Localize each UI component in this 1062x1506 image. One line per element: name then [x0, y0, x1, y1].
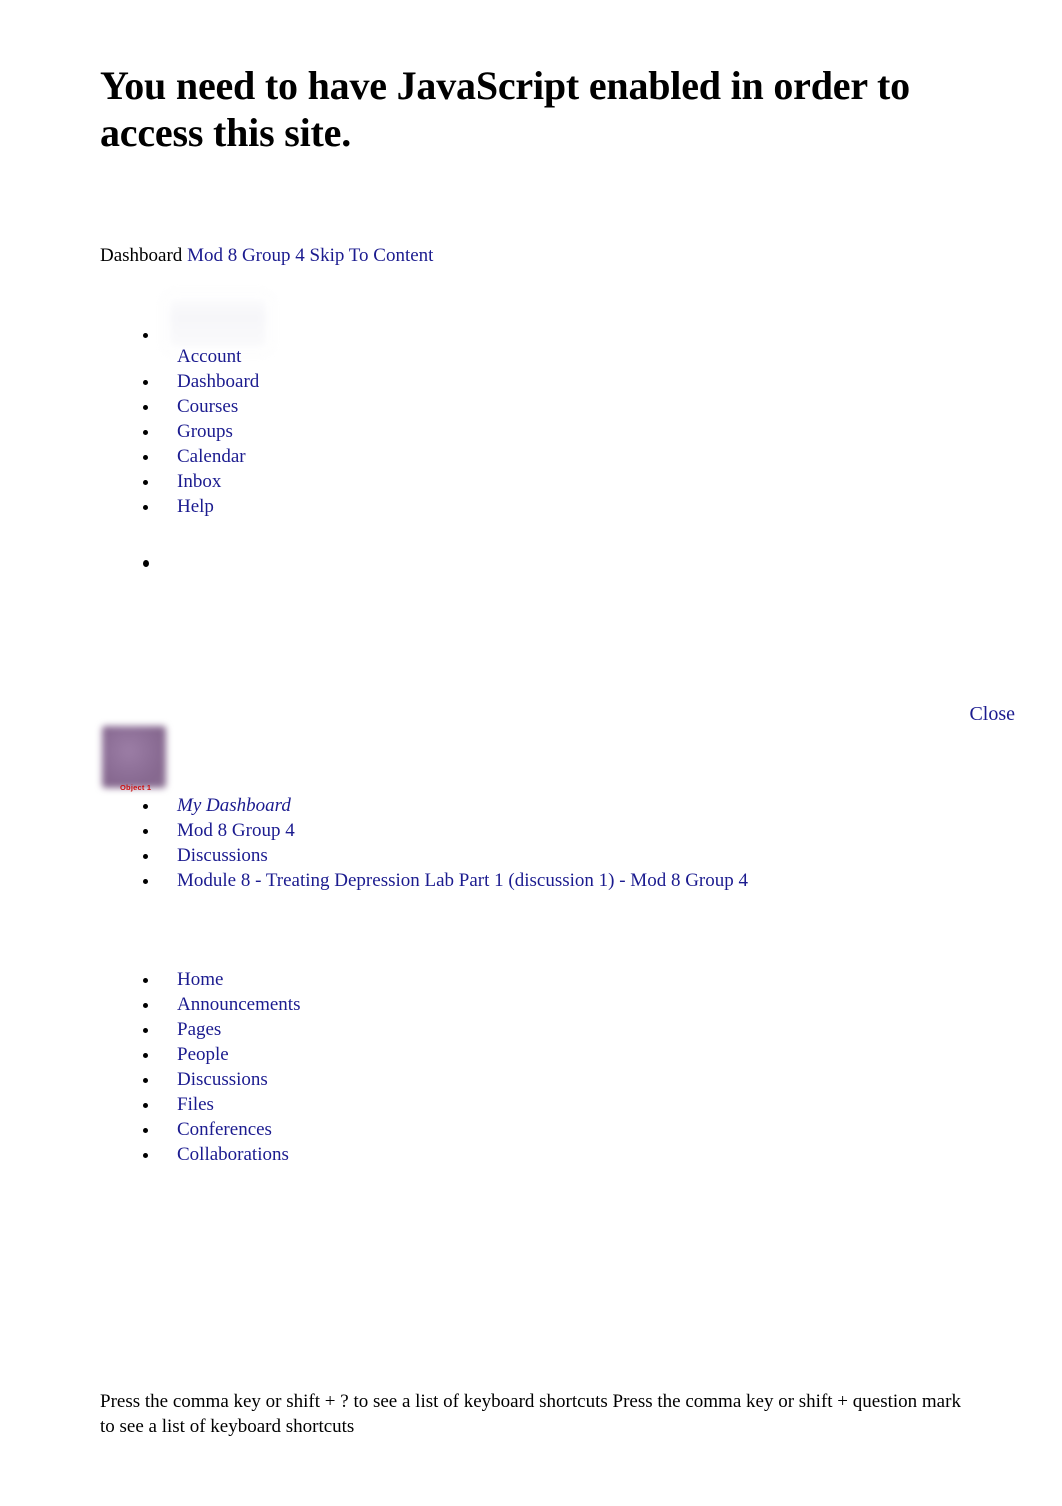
global-navigation-list: Account Dashboard Courses Groups Calenda…: [135, 322, 259, 519]
course-nav-item-pages[interactable]: Pages: [135, 1017, 300, 1042]
global-nav-account-link[interactable]: Account: [177, 346, 241, 367]
course-nav-announcements-link[interactable]: Announcements: [177, 994, 300, 1015]
global-nav-dashboard-link[interactable]: Dashboard: [177, 371, 259, 392]
course-nav-people-link[interactable]: People: [177, 1044, 229, 1065]
empty-list-item: [135, 551, 177, 576]
object-image-caption: Object 1: [120, 783, 152, 792]
course-nav-item-files[interactable]: Files: [135, 1092, 300, 1117]
course-card-object-image: [102, 726, 166, 788]
breadcrumb-item-discussions[interactable]: Discussions: [135, 843, 748, 868]
javascript-required-heading: You need to have JavaScript enabled in o…: [100, 63, 910, 155]
breadcrumb-dashboard-text: Dashboard: [100, 245, 183, 266]
global-nav-item-calendar[interactable]: Calendar: [135, 444, 259, 469]
global-nav-item-account[interactable]: Account: [135, 322, 259, 369]
global-nav-calendar-link[interactable]: Calendar: [177, 446, 246, 467]
course-nav-item-collaborations[interactable]: Collaborations: [135, 1142, 300, 1167]
discussions-link[interactable]: Discussions: [177, 845, 268, 866]
course-link[interactable]: Mod 8 Group 4: [177, 820, 295, 841]
course-nav-home-link[interactable]: Home: [177, 969, 223, 990]
course-nav-files-link[interactable]: Files: [177, 1094, 214, 1115]
global-nav-item-inbox[interactable]: Inbox: [135, 469, 259, 494]
course-nav-item-conferences[interactable]: Conferences: [135, 1117, 300, 1142]
breadcrumb-item-discussion-topic[interactable]: Module 8 - Treating Depression Lab Part …: [135, 868, 748, 893]
global-nav-item-courses[interactable]: Courses: [135, 394, 259, 419]
global-nav-item-groups[interactable]: Groups: [135, 419, 259, 444]
course-nav-discussions-link[interactable]: Discussions: [177, 1069, 268, 1090]
breadcrumb-item-course[interactable]: Mod 8 Group 4: [135, 818, 748, 843]
course-nav-item-people[interactable]: People: [135, 1042, 300, 1067]
course-navigation-list: Home Announcements Pages People Discussi…: [135, 967, 300, 1167]
empty-list: [135, 551, 177, 576]
course-nav-item-announcements[interactable]: Announcements: [135, 992, 300, 1017]
discussion-topic-link[interactable]: Module 8 - Treating Depression Lab Part …: [177, 870, 748, 891]
document-page: You need to have JavaScript enabled in o…: [0, 0, 1062, 1506]
course-nav-item-home[interactable]: Home: [135, 967, 300, 992]
top-breadcrumb: Dashboard Mod 8 Group 4 Skip To Content: [100, 243, 433, 269]
course-breadcrumb-list: My Dashboard Mod 8 Group 4 Discussions M…: [135, 793, 748, 893]
my-dashboard-link[interactable]: My Dashboard: [177, 795, 291, 816]
global-nav-item-help[interactable]: Help: [135, 494, 259, 519]
course-nav-conferences-link[interactable]: Conferences: [177, 1119, 272, 1140]
course-nav-item-discussions[interactable]: Discussions: [135, 1067, 300, 1092]
keyboard-shortcuts-note: Press the comma key or shift + ? to see …: [100, 1391, 961, 1437]
global-nav-groups-link[interactable]: Groups: [177, 421, 233, 442]
course-nav-pages-link[interactable]: Pages: [177, 1019, 221, 1040]
global-nav-courses-link[interactable]: Courses: [177, 396, 238, 417]
global-nav-help-link[interactable]: Help: [177, 496, 214, 517]
breadcrumb-item-my-dashboard[interactable]: My Dashboard: [135, 793, 748, 818]
global-nav-inbox-link[interactable]: Inbox: [177, 471, 221, 492]
course-nav-collaborations-link[interactable]: Collaborations: [177, 1144, 289, 1165]
skip-to-content-link[interactable]: Skip To Content: [310, 245, 434, 266]
breadcrumb-course-link[interactable]: Mod 8 Group 4: [187, 245, 305, 266]
close-tray-link[interactable]: Close: [969, 701, 1015, 727]
global-nav-item-dashboard[interactable]: Dashboard: [135, 369, 259, 394]
